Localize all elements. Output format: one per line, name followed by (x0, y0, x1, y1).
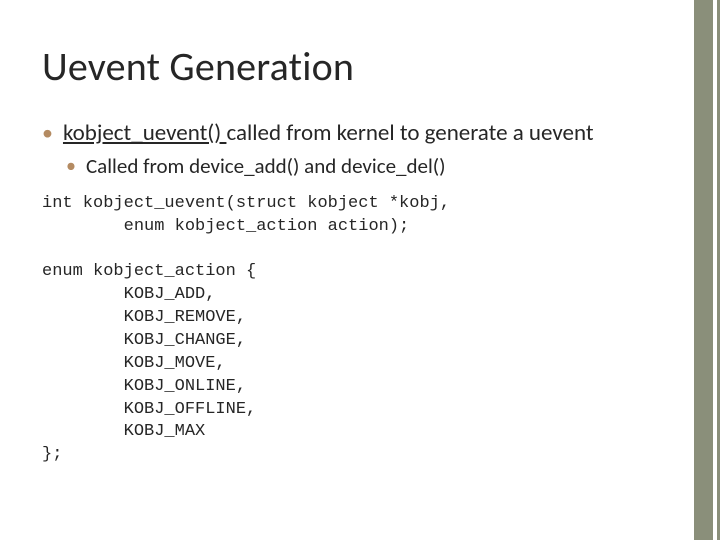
right-accent-bar-inner (713, 0, 717, 540)
sub-bullet-row: • Called from device_add() and device_de… (66, 153, 674, 179)
bullet-text: kobject_uevent() called from kernel to g… (63, 119, 594, 147)
code-block-signature: int kobject_uevent(struct kobject *kobj,… (42, 193, 674, 239)
bullet-link-text: kobject_uevent() (63, 119, 226, 147)
bullet-row: • kobject_uevent() called from kernel to… (42, 119, 674, 147)
slide-content: Uevent Generation • kobject_uevent() cal… (42, 42, 674, 489)
slide: Uevent Generation • kobject_uevent() cal… (0, 0, 720, 540)
sub-bullet-dot-icon: • (66, 153, 76, 179)
bullet-rest-text: called from kernel to generate a uevent (226, 119, 593, 147)
slide-title: Uevent Generation (42, 42, 674, 91)
right-accent-bar (694, 0, 720, 540)
code-block-enum: enum kobject_action { KOBJ_ADD, KOBJ_REM… (42, 261, 674, 467)
bullet-dot-icon: • (42, 119, 53, 147)
sub-bullet-text: Called from device_add() and device_del(… (86, 153, 446, 179)
